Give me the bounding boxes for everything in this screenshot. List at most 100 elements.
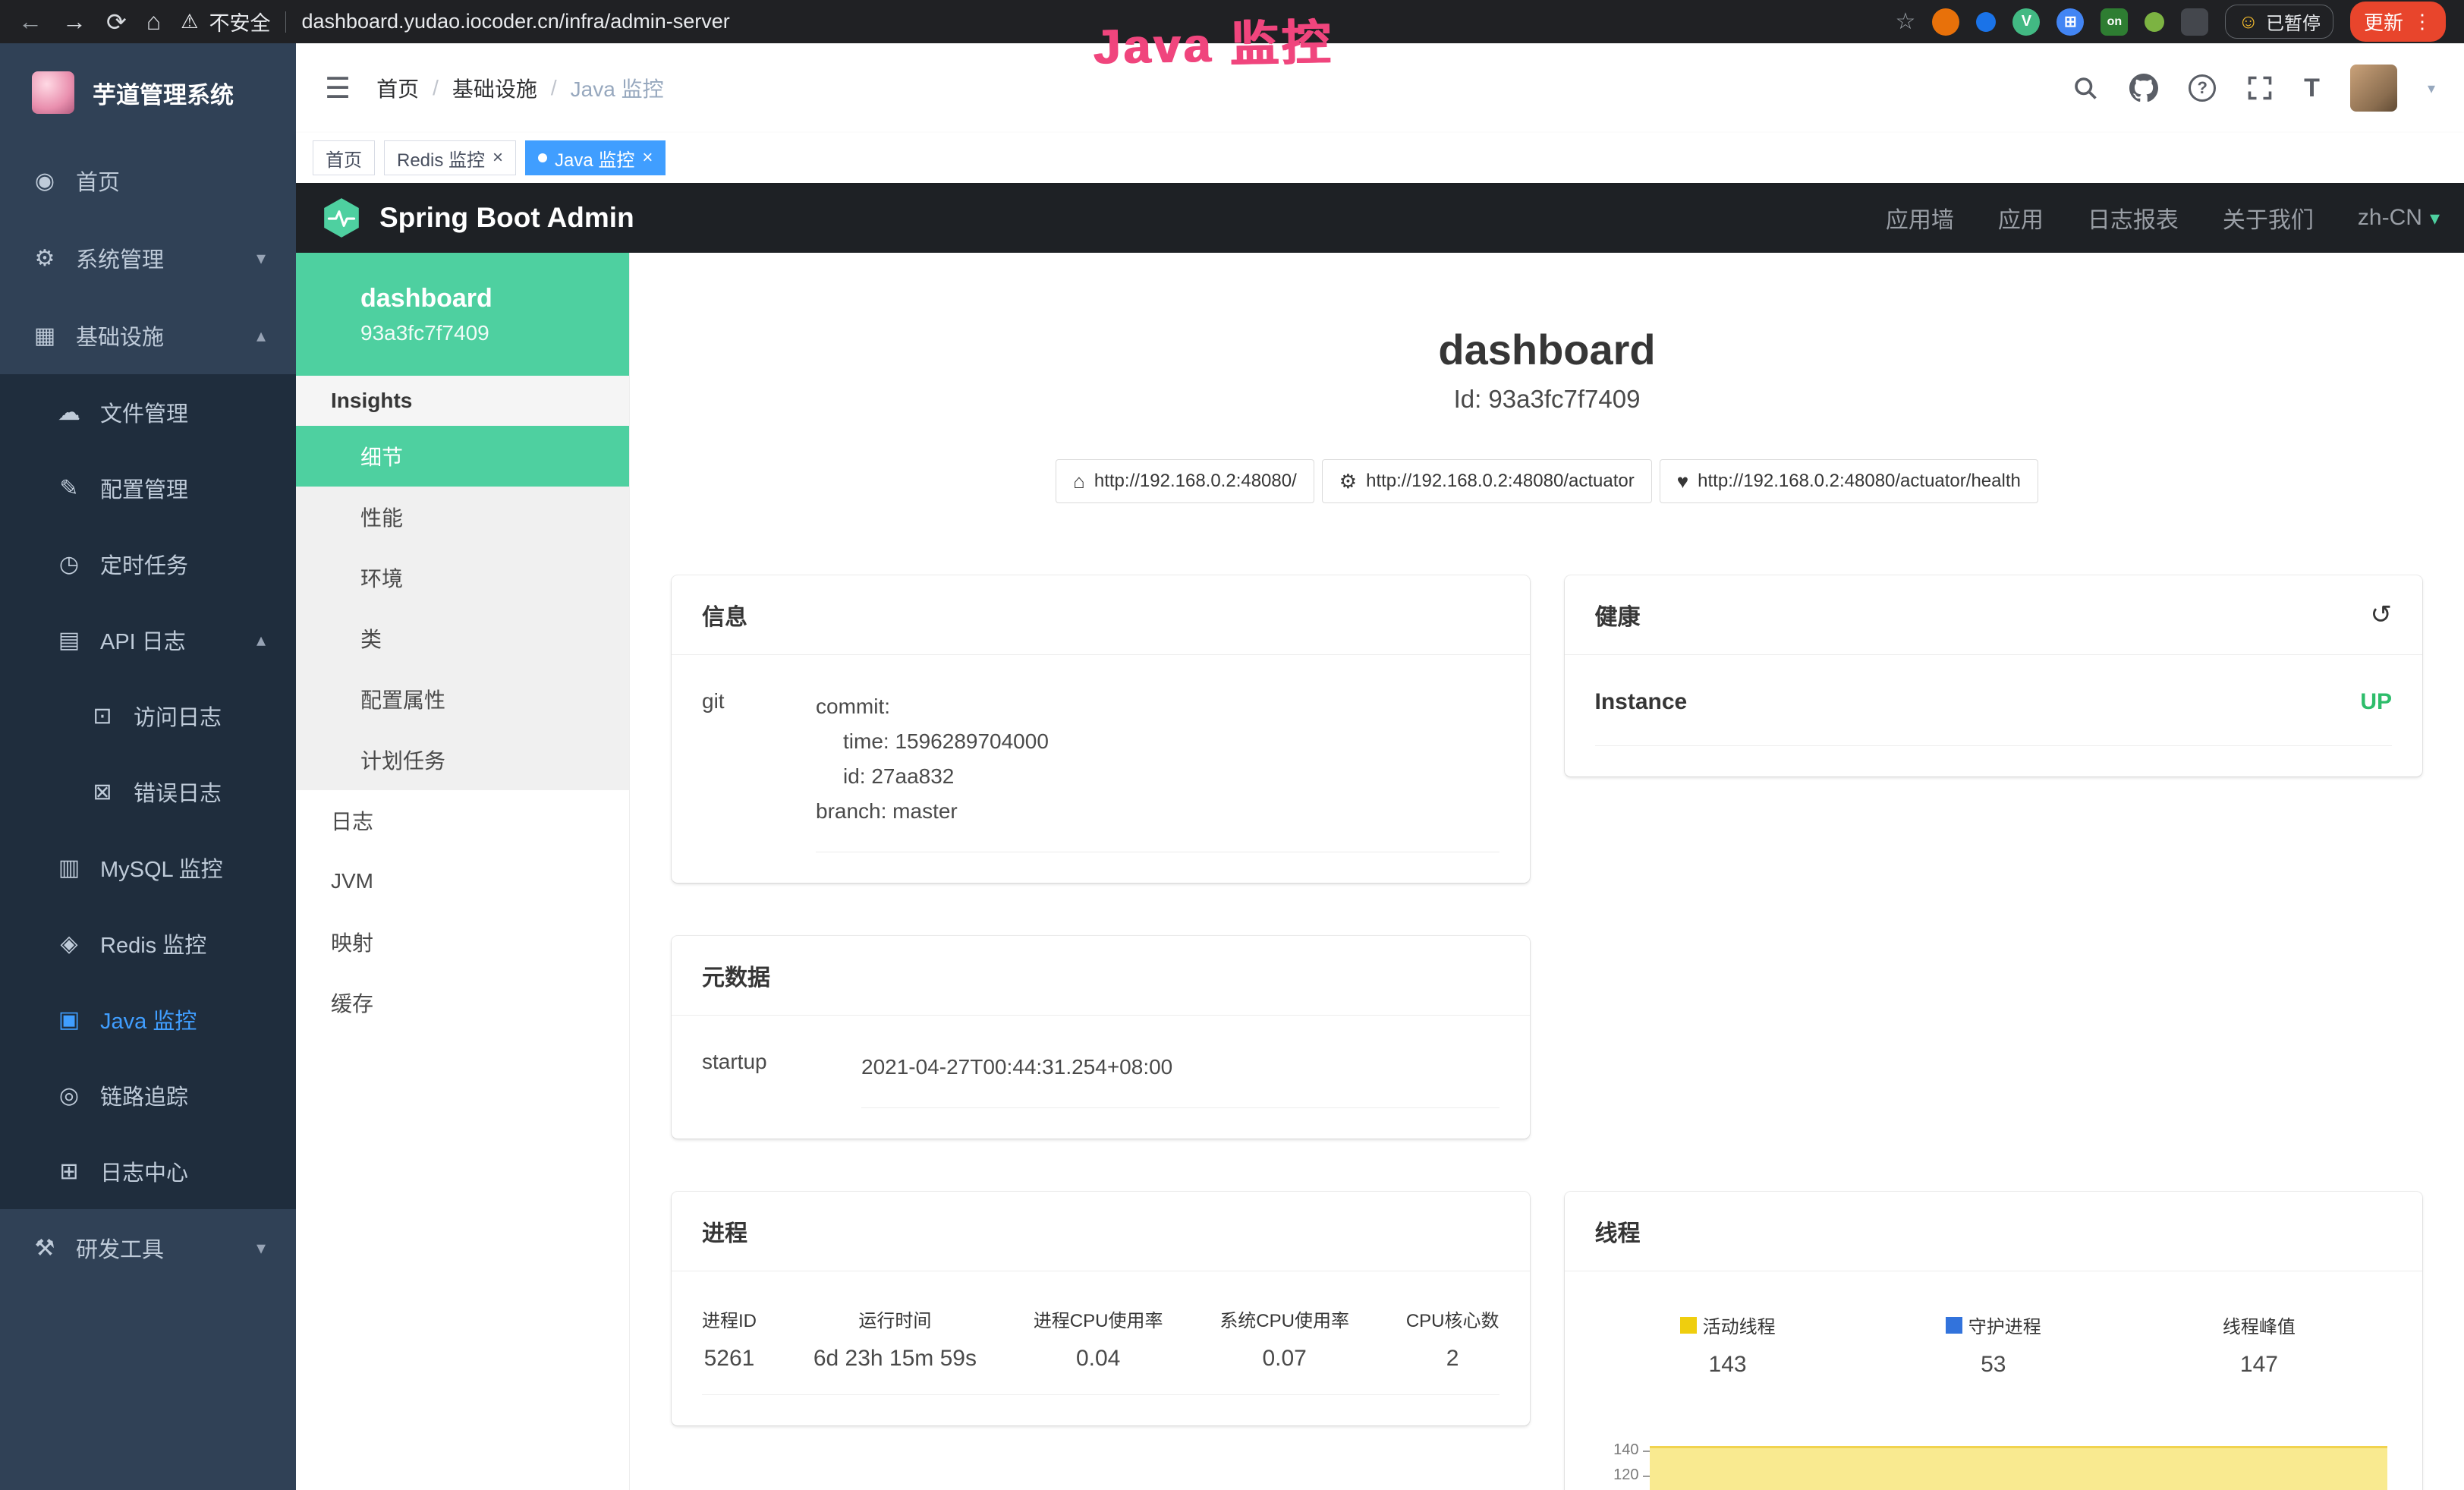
row-value: 2021-04-27T00:44:31.254+08:00 [861,1050,1499,1108]
extension-icon-2[interactable] [1976,12,1996,32]
log-center-icon: ⊞ [55,1158,83,1185]
legend-value: 53 [1861,1352,2126,1378]
threads-card: 线程 活动线程 1 [1565,1192,2423,1490]
extension-icon-5[interactable] [2145,12,2164,32]
tab-home[interactable]: 首页 [313,140,375,175]
sidebar-item-file[interactable]: ☁ 文件管理 [0,374,296,450]
sidebar-item-access-log[interactable]: ⊡ 访问日志 [0,678,296,754]
sba-item-mappings[interactable]: 映射 [296,912,629,972]
sidebar-item-dev-tools[interactable]: ⚒ 研发工具 ▾ [0,1209,296,1287]
sba-nav-applications[interactable]: 应用 [1998,201,2044,235]
sidebar-item-label: 研发工具 [76,1232,164,1264]
fullscreen-icon[interactable] [2246,74,2274,102]
sidebar-item-mysql[interactable]: ▥ MySQL 监控 [0,830,296,906]
service-url-link[interactable]: ⌂ http://192.168.0.2:48080/ [1056,459,1314,503]
sba-item-jvm[interactable]: JVM [296,851,629,912]
column-value: 0.04 [1034,1346,1163,1372]
tab-java-monitor[interactable]: Java 监控 × [525,140,666,175]
clock-icon: ◷ [55,551,83,578]
sidebar-item-trace[interactable]: ◎ 链路追踪 [0,1057,296,1133]
github-icon[interactable] [2129,74,2158,102]
sidebar-item-error-log[interactable]: ⊠ 错误日志 [0,754,296,830]
java-monitor-icon: ▣ [55,1006,83,1033]
card-title: 元数据 [672,936,1530,1016]
app-logo[interactable]: 芋道管理系统 [0,43,296,142]
cards-grid: 信息 git commit: time: 1596289704000 id: 2 [672,575,2422,1490]
chart-y-axis: 140 120 100 [1595,1438,1650,1490]
instance-header[interactable]: dashboard 93a3fc7f7409 [296,253,629,376]
locale-label: zh-CN [2358,205,2422,231]
legend-label: 守护进程 [1946,1312,2041,1338]
bookmark-star-icon[interactable]: ☆ [1896,8,1916,35]
git-time-line: time: 1596289704000 [816,724,1499,759]
sba-item-logs[interactable]: 日志 [296,790,629,851]
breadcrumb-item-infra[interactable]: 基础设施 [452,73,537,103]
tools-icon: ⚒ [30,1235,59,1262]
help-icon[interactable]: ? [2189,74,2216,102]
health-instance-row[interactable]: Instance UP [1595,689,2393,746]
paused-badge[interactable]: ☺ 已暂停 [2225,5,2333,39]
sidebar-toggle-icon[interactable]: ☰ [325,71,351,106]
user-avatar[interactable] [2350,65,2397,112]
close-icon[interactable]: × [492,149,503,167]
sba-item-caches[interactable]: 缓存 [296,972,629,1033]
sidebar-item-label: API 日志 [100,624,186,656]
legend-text: 守护进程 [1968,1312,2041,1338]
back-icon[interactable]: ← [18,8,42,36]
extensions-puzzle-icon[interactable] [2181,8,2208,36]
tab-label: 首页 [326,145,362,172]
breadcrumb-separator: / [551,76,557,100]
column-header: 系统CPU使用率 [1219,1306,1349,1332]
metadata-card: 元数据 startup 2021-04-27T00:44:31.254+08:0… [672,936,1530,1139]
sidebar-item-label: Java 监控 [100,1003,197,1035]
sidebar-item-system[interactable]: ⚙ 系统管理 ▾ [0,219,296,297]
address-bar[interactable]: ⚠ 不安全 dashboard.yudao.iocoder.cn/infra/a… [181,7,1875,36]
sidebar-item-label: 首页 [76,165,120,197]
sba-item-config-props[interactable]: 配置属性 [296,669,629,729]
forward-icon[interactable]: → [62,8,87,36]
browser-update-button[interactable]: 更新 ⋮ [2350,2,2446,42]
sba-nav-journal[interactable]: 日志报表 [2088,201,2179,235]
sba-item-scheduled-tasks[interactable]: 计划任务 [296,729,629,790]
home-icon[interactable]: ⌂ [146,8,161,36]
sba-nav-about[interactable]: 关于我们 [2223,201,2314,235]
search-icon[interactable] [2072,74,2099,102]
sidebar-item-log-center[interactable]: ⊞ 日志中心 [0,1133,296,1209]
sidebar-item-home[interactable]: ◉ 首页 [0,142,296,219]
chevron-up-icon: ▴ [256,325,266,347]
sba-item-classes[interactable]: 类 [296,608,629,669]
sba-sidebar: dashboard 93a3fc7f7409 Insights 细节 性能 环境… [296,253,630,1490]
sba-item-details[interactable]: 细节 [296,426,629,487]
actuator-url-link[interactable]: ⚙ http://192.168.0.2:48080/actuator [1322,459,1652,503]
column-value: 5261 [702,1346,757,1372]
sidebar-item-config[interactable]: ✎ 配置管理 [0,450,296,526]
status-badge: UP [2360,689,2392,715]
vue-devtools-icon[interactable]: V [2012,8,2040,36]
refresh-icon[interactable]: ⟳ [106,8,127,36]
sidebar-item-redis[interactable]: ◈ Redis 监控 [0,906,296,981]
sba-item-metrics[interactable]: 性能 [296,487,629,547]
sidebar-item-job[interactable]: ◷ 定时任务 [0,526,296,602]
sidebar-item-api-log[interactable]: ▤ API 日志 ▴ [0,602,296,678]
instance-id: 93a3fc7f7409 [360,321,629,345]
security-warning-label: 不安全 [209,7,270,36]
sidebar-item-label: 错误日志 [134,776,222,808]
avatar-caret-icon: ▾ [2428,79,2435,98]
metadata-card-title: 元数据 [702,959,770,992]
history-icon[interactable]: ↺ [2371,600,2393,630]
sba-item-environment[interactable]: 环境 [296,547,629,608]
close-icon[interactable]: × [642,149,653,167]
sba-logo-icon [320,197,363,239]
sba-brand-title[interactable]: Spring Boot Admin [379,202,634,234]
extension-icon-4[interactable]: on [2101,8,2128,36]
locale-selector[interactable]: zh-CN ▾ [2358,205,2440,231]
health-url-link[interactable]: ♥ http://192.168.0.2:48080/actuator/heal… [1660,459,2038,503]
sidebar-item-infra[interactable]: ▦ 基础设施 ▴ [0,297,296,374]
sidebar-item-java[interactable]: ▣ Java 监控 [0,981,296,1057]
font-size-icon[interactable]: T [2304,74,2320,103]
breadcrumb-item-home[interactable]: 首页 [376,73,419,103]
sba-nav-wallboard[interactable]: 应用墙 [1886,201,1954,235]
extension-icon-3[interactable]: ⊞ [2056,8,2084,36]
extension-icon-1[interactable] [1932,8,1959,36]
tab-redis-monitor[interactable]: Redis 监控 × [384,140,516,175]
